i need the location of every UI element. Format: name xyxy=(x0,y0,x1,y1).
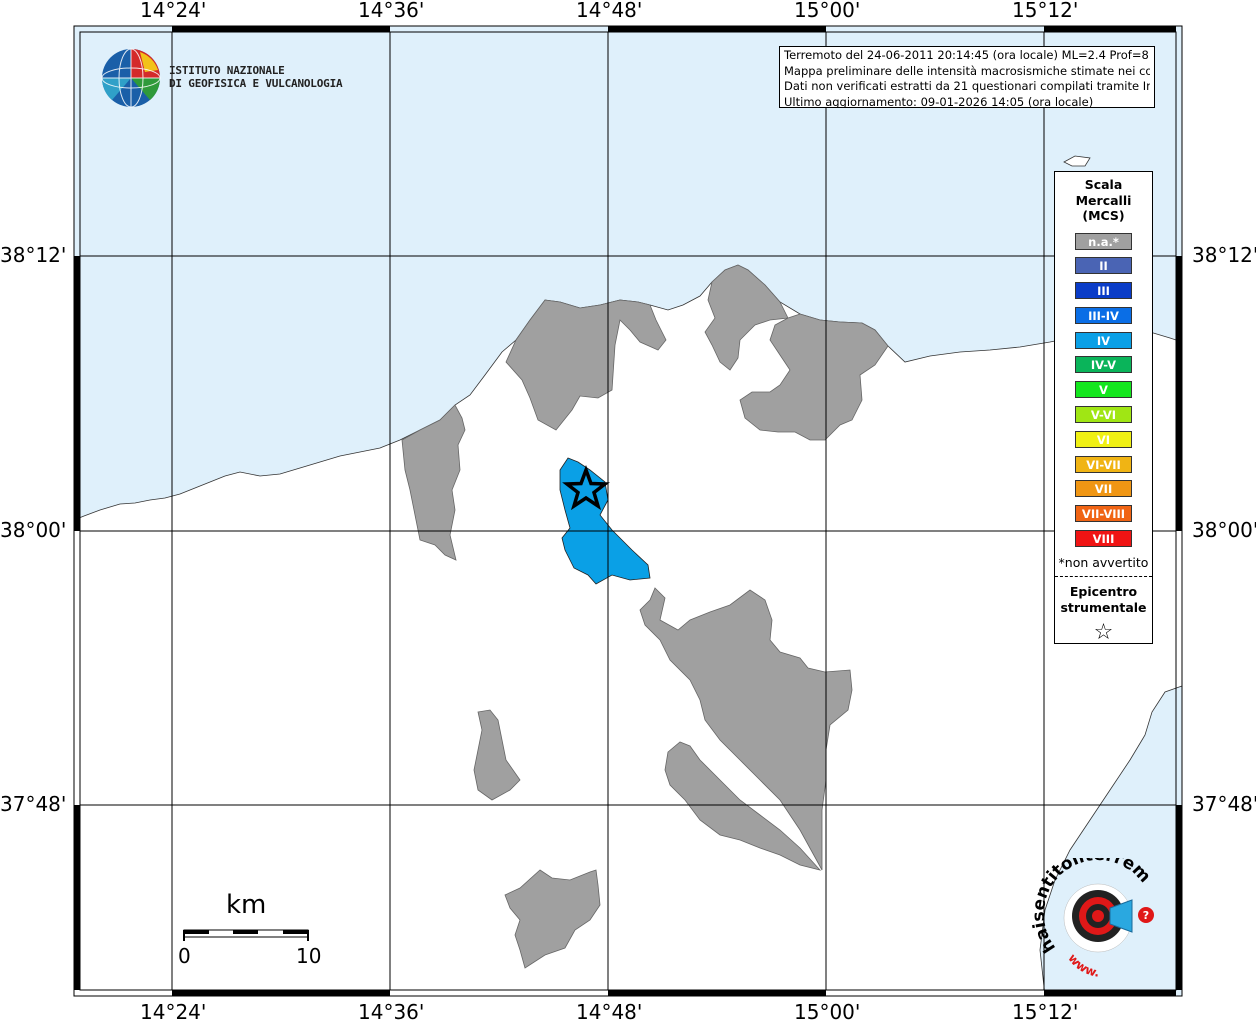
lon-label-top-3: 14°48' xyxy=(576,0,643,22)
ingv-logo-text: ISTITUTO NAZIONALE DI GEOFISICA E VULCAN… xyxy=(169,64,343,90)
hsn-logo-icon: ? haisentitoilterremoto.it www. xyxy=(1022,843,1154,980)
info-line-2: Mappa preliminare delle intensità macros… xyxy=(784,63,1150,78)
legend-title-line-1: Scala xyxy=(1084,177,1123,192)
lon-label-bottom-2: 14°36' xyxy=(358,1000,425,1024)
lon-label-top-4: 15°00' xyxy=(794,0,861,22)
legend-title: Scala Mercalli (MCS) xyxy=(1055,177,1152,224)
legend-swatches: n.a.* II III III-IV IV IV-V V V-VI VI VI-VII VII VI… xyxy=(1055,232,1152,548)
info-line-1: Terremoto del 24-06-2011 20:14:45 (ora l… xyxy=(784,48,1150,62)
logo-line-2: DI GEOFISICA E VULCANOLOGIA xyxy=(169,77,343,90)
info-line-3: Dati non verificati estratti da 21 quest… xyxy=(784,79,1150,93)
legend-swatch-n-a-: n.a.* xyxy=(1075,232,1132,250)
epicenter-label-line-1: Epicentro xyxy=(1069,583,1138,599)
lat-label-right-3: 37°48' xyxy=(1192,792,1256,816)
legend-swatch-iv: IV xyxy=(1075,331,1132,349)
legend-title-line-3: (MCS) xyxy=(1082,208,1125,223)
legend-swatch-iii: III xyxy=(1075,282,1132,300)
legend-swatch-iv-v: IV-V xyxy=(1075,356,1132,374)
legend-swatch-iii-iv: III-IV xyxy=(1075,306,1132,324)
lat-label-right-1: 38°12' xyxy=(1192,243,1256,267)
epicenter-star-icon: ☆ xyxy=(1093,619,1114,645)
legend-swatch-vi: VI xyxy=(1075,430,1132,448)
legend-note: *non avvertito xyxy=(1058,554,1149,570)
lon-label-top-2: 14°36' xyxy=(358,0,425,22)
legend-swatch-v: V xyxy=(1075,381,1132,399)
hsn-logo[interactable]: ? haisentitoilterremoto.it www. xyxy=(1022,843,1168,980)
lat-label-left-2: 38°00' xyxy=(0,518,67,542)
mcs-legend: Scala Mercalli (MCS) n.a.* II III III-IV IV I… xyxy=(1054,171,1153,645)
lon-label-bottom-4: 15°00' xyxy=(794,1000,861,1024)
legend-epicenter-label: Epicentro strumentale xyxy=(1055,584,1152,616)
scale-max: 10 xyxy=(296,944,322,968)
legend-swatch-ii: II xyxy=(1075,257,1132,275)
legend-separator xyxy=(1055,575,1152,577)
lon-label-bottom-3: 14°48' xyxy=(576,1000,643,1024)
ingv-logo-icon xyxy=(101,48,161,108)
lon-label-bottom-5: 15°12' xyxy=(1012,1000,1079,1024)
epicenter-label-line-2: strumentale xyxy=(1060,599,1147,615)
event-info-box: Terremoto del 24-06-2011 20:14:45 (ora l… xyxy=(779,46,1155,108)
scale-unit: km xyxy=(226,890,267,920)
svg-text:www.: www. xyxy=(1065,951,1100,978)
legend-swatch-v-vi: V-VI xyxy=(1075,406,1132,424)
lon-label-bottom-1: 14°24' xyxy=(140,1000,207,1024)
legend-swatch-vi-vii: VI-VII xyxy=(1075,455,1132,473)
legend-title-line-2: Mercalli xyxy=(1075,192,1132,208)
legend-swatch-vii: VII xyxy=(1075,480,1132,498)
legend-swatch-vii-viii: VII-VIII xyxy=(1075,505,1132,523)
lat-label-left-3: 37°48' xyxy=(0,792,67,816)
info-line-4: Ultimo aggiornamento: 09-01-2026 14:05 (… xyxy=(784,94,1094,108)
scale-min: 0 xyxy=(178,944,191,968)
lon-label-top-5: 15°12' xyxy=(1012,0,1079,22)
svg-text:?: ? xyxy=(1143,909,1149,922)
lon-label-top-1: 14°24' xyxy=(140,0,207,22)
lat-label-right-2: 38°00' xyxy=(1192,518,1256,542)
logo-line-1: ISTITUTO NAZIONALE xyxy=(169,64,285,77)
lat-label-left-1: 38°12' xyxy=(0,243,67,267)
legend-swatch-viii: VIII xyxy=(1075,530,1132,548)
hsn-logo-www: www. xyxy=(1065,951,1100,980)
